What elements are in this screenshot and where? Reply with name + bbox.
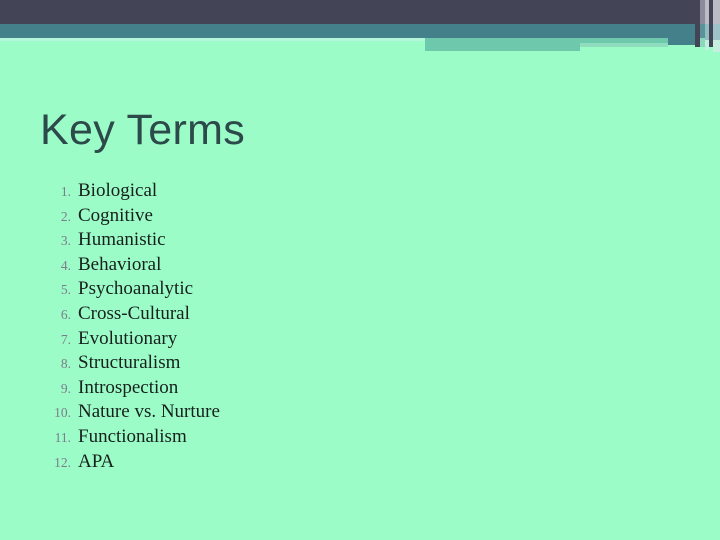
list-item-number: 6. <box>60 306 71 322</box>
key-terms-list: 1. Biological 2. Cognitive 3. Humanistic 4. Beh… <box>40 180 440 475</box>
list-item-number: 9. <box>60 380 71 396</box>
list-item: 12. APA <box>40 451 440 476</box>
list-item: 4. Behavioral <box>40 254 440 279</box>
list-item: 2. Cognitive <box>40 205 440 230</box>
list-item: 6. Cross-Cultural <box>40 303 440 328</box>
slide-header-decoration <box>0 0 720 56</box>
list-item-label: Cross-Cultural <box>78 302 190 324</box>
list-item: 8. Structuralism <box>40 352 440 377</box>
page-title: Key Terms <box>40 106 246 154</box>
list-item-number: 2. <box>60 208 71 224</box>
header-stripe-green-overlay-2 <box>705 40 709 50</box>
list-item-number: 7. <box>60 331 71 347</box>
list-item: 10. Nature vs. Nurture <box>40 401 440 426</box>
list-item-number: 11. <box>54 429 71 445</box>
header-green-bar-wide <box>425 43 580 51</box>
list-item-label: Introspection <box>78 376 179 398</box>
list-item: 1. Biological <box>40 180 440 205</box>
list-item-number: 3. <box>60 233 71 249</box>
list-item-label: Evolutionary <box>78 327 178 349</box>
list-item-label: Behavioral <box>78 253 162 275</box>
header-stripe-teal-overlay-2 <box>705 24 709 40</box>
list-item: 3. Humanistic <box>40 229 440 254</box>
list-item: 5. Psychoanalytic <box>40 278 440 303</box>
list-item-label: Humanistic <box>78 229 166 251</box>
header-pale-strip <box>0 38 425 41</box>
list-item-number: 12. <box>54 454 71 470</box>
list-item-number: 4. <box>60 257 71 273</box>
list-item-number: 10. <box>54 405 71 421</box>
list-item-label: Nature vs. Nurture <box>78 401 220 423</box>
list-item-label: APA <box>78 450 115 472</box>
list-item-label: Structuralism <box>78 352 181 374</box>
list-item: 7. Evolutionary <box>40 328 440 353</box>
list-item-label: Functionalism <box>78 425 187 447</box>
list-item-number: 5. <box>60 282 71 298</box>
list-item-label: Biological <box>78 180 158 201</box>
list-item-label: Psychoanalytic <box>78 278 194 300</box>
list-item-label: Cognitive <box>78 204 153 226</box>
list-item: 9. Introspection <box>40 377 440 402</box>
header-stripe-teal-overlay-3 <box>713 24 720 40</box>
header-green-bar-thin <box>580 43 668 47</box>
list-item-number: 8. <box>60 356 71 372</box>
list-item: 11. Functionalism <box>40 426 440 451</box>
presentation-slide: Key Terms 1. Biological 2. Cognitive 3. Human… <box>0 0 720 540</box>
header-stripe-green-overlay-3 <box>713 40 720 52</box>
list-item-number: 1. <box>60 184 71 199</box>
header-dark-bar <box>0 0 720 24</box>
